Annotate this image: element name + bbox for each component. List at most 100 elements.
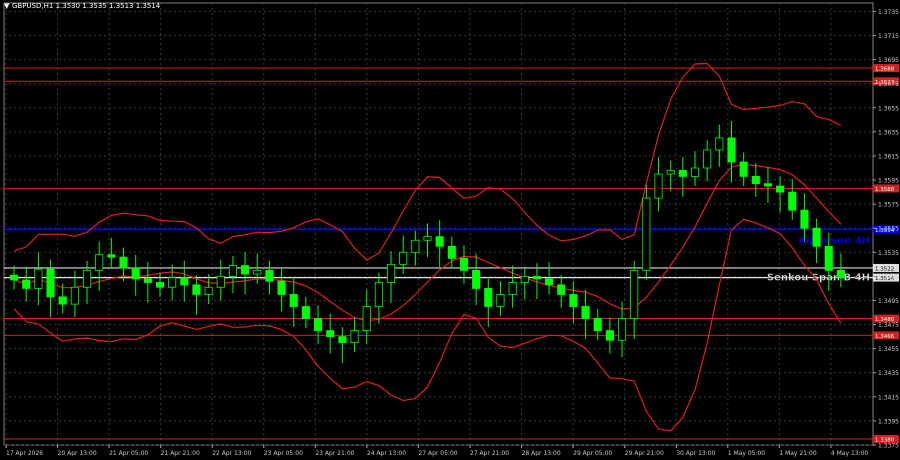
candle-body [812, 227, 821, 247]
symbol-dropdown-icon[interactable]: ▼ [4, 2, 10, 10]
candle-body [253, 269, 262, 275]
level-price-label: 1.3688 [875, 67, 895, 73]
x-tick-label: 17 Apr 2026 [6, 450, 43, 457]
candle-body [605, 330, 614, 341]
candle-body [496, 294, 505, 307]
candle-body [618, 318, 627, 341]
x-tick-label: 22 Apr 13:00 [212, 450, 251, 457]
candle-body [70, 286, 79, 305]
y-tick-label: 1.3555 [878, 226, 899, 233]
candle-body [642, 197, 651, 271]
x-tick-label: 29 Apr 21:00 [625, 450, 664, 457]
x-tick-label: 23 Apr 21:00 [315, 450, 354, 457]
candle-body [654, 173, 663, 199]
candle-body [703, 149, 712, 169]
y-tick-label: 1.3515 [878, 274, 899, 281]
candle-body [265, 269, 274, 282]
candle-body [192, 284, 201, 295]
kijun-sen-label: Kijun-sen 4H [798, 235, 870, 246]
candle-body [532, 275, 541, 280]
x-tick-label: 28 Apr 13:00 [522, 450, 561, 457]
candle-body [435, 236, 444, 247]
candle-body [386, 263, 396, 283]
candle-body [739, 161, 748, 177]
candle-body [776, 185, 785, 193]
x-tick-label: 1 May 21:00 [779, 450, 817, 457]
y-tick-label: 1.3615 [878, 153, 899, 160]
candle-body [289, 294, 298, 307]
candle-body [399, 251, 408, 265]
y-tick-label: 1.3435 [878, 370, 899, 377]
candle-body [800, 209, 809, 229]
y-tick-label: 1.3415 [878, 394, 899, 401]
candle-body [593, 318, 602, 331]
candle-body [216, 275, 225, 288]
x-tick-label: 30 Apr 13:00 [676, 450, 715, 457]
y-tick-label: 1.3395 [878, 418, 899, 425]
x-tick-label: 20 Apr 13:00 [58, 450, 97, 457]
candle-body [557, 284, 566, 295]
candle-body [155, 282, 165, 288]
candle-body [581, 306, 590, 319]
candle-body [423, 236, 432, 241]
y-tick-label: 1.3635 [878, 129, 899, 136]
candle-body [107, 254, 116, 258]
candle-body [690, 167, 700, 177]
candle-body [630, 269, 639, 319]
candle-body [836, 269, 845, 278]
candle-body [520, 275, 529, 283]
y-tick-label: 1.3695 [878, 57, 899, 64]
x-tick-label: 21 Apr 05:00 [109, 450, 148, 457]
y-tick-label: 1.3375 [878, 443, 899, 450]
candle-body [131, 267, 140, 280]
candle-body [751, 176, 760, 185]
candle-body [277, 280, 286, 295]
y-tick-label: 1.3455 [878, 346, 899, 353]
y-tick-label: 1.3735 [878, 9, 899, 16]
candle-body [484, 288, 493, 307]
level-price-label: 1.3588 [875, 187, 895, 193]
price-chart[interactable]: 1.36881.36771.35881.3554Kijun-sen 4H1.35… [0, 0, 900, 460]
candle-body [545, 278, 554, 286]
symbol-info: GBPUSD,H1 1.3530 1.3535 1.3513 1.3514 [12, 2, 161, 10]
candle-body [95, 254, 104, 271]
x-tick-label: 23 Apr 05:00 [264, 450, 303, 457]
candle-body [727, 137, 736, 163]
candle-body [411, 239, 420, 253]
candle-body [168, 277, 177, 288]
x-tick-label: 21 Apr 21:00 [161, 450, 200, 457]
y-tick-label: 1.3475 [878, 322, 899, 329]
candle-body [338, 336, 347, 344]
x-tick-label: 1 May 05:00 [728, 450, 766, 457]
x-tick-label: 24 Apr 13:00 [367, 450, 406, 457]
candle-body [788, 191, 797, 211]
x-tick-label: 27 Apr 21:00 [470, 450, 509, 457]
candle-body [447, 245, 456, 259]
candle-body [34, 268, 43, 289]
candle-body [58, 296, 67, 305]
candle-body [350, 330, 359, 344]
candle-body [666, 170, 675, 175]
candle-body [180, 277, 189, 286]
x-tick-label: 29 Apr 05:00 [573, 450, 612, 457]
candle-body [459, 257, 469, 271]
candle-body [228, 265, 237, 277]
candle-body [46, 268, 55, 298]
x-tick-label: 27 Apr 05:00 [418, 450, 457, 457]
candle-body [314, 318, 323, 331]
y-tick-label: 1.3595 [878, 178, 899, 185]
candle-body [301, 306, 310, 319]
candle-body [678, 170, 687, 177]
candle-body [119, 256, 128, 269]
y-tick-label: 1.3675 [878, 81, 899, 88]
candle-body [715, 137, 724, 151]
y-tick-label: 1.3655 [878, 105, 899, 112]
candle-body [472, 269, 481, 289]
candle-body [362, 306, 371, 331]
candle-body [204, 286, 213, 295]
y-tick-label: 1.3535 [878, 250, 899, 257]
candle-body [10, 274, 19, 281]
candle-body [326, 330, 335, 338]
candle-body [508, 282, 517, 295]
x-tick-label: 4 May 13:00 [831, 450, 869, 457]
